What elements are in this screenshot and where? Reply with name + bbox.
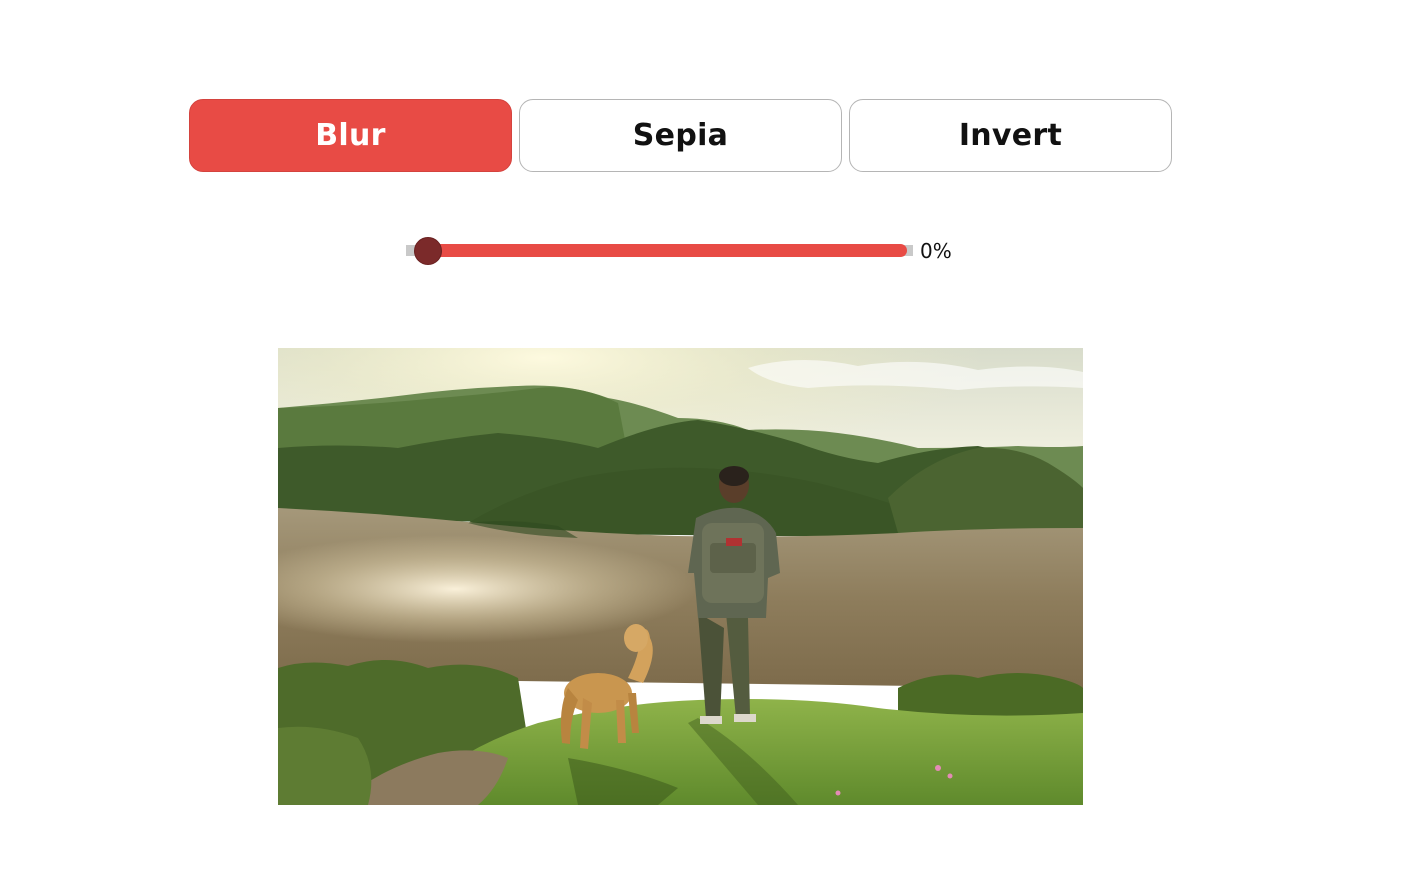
slider-thumb[interactable]	[414, 237, 442, 265]
invert-button[interactable]: Invert	[849, 99, 1172, 172]
preview-image	[278, 348, 1083, 805]
sepia-button[interactable]: Sepia	[519, 99, 842, 172]
filter-tabs: Blur Sepia Invert	[189, 99, 1172, 172]
slider-value: 0%	[920, 239, 952, 263]
blur-button[interactable]: Blur	[189, 99, 512, 172]
filter-strength-slider[interactable]	[406, 236, 913, 266]
filter-strength-control: 0%	[406, 236, 952, 266]
slider-fill	[422, 244, 907, 257]
